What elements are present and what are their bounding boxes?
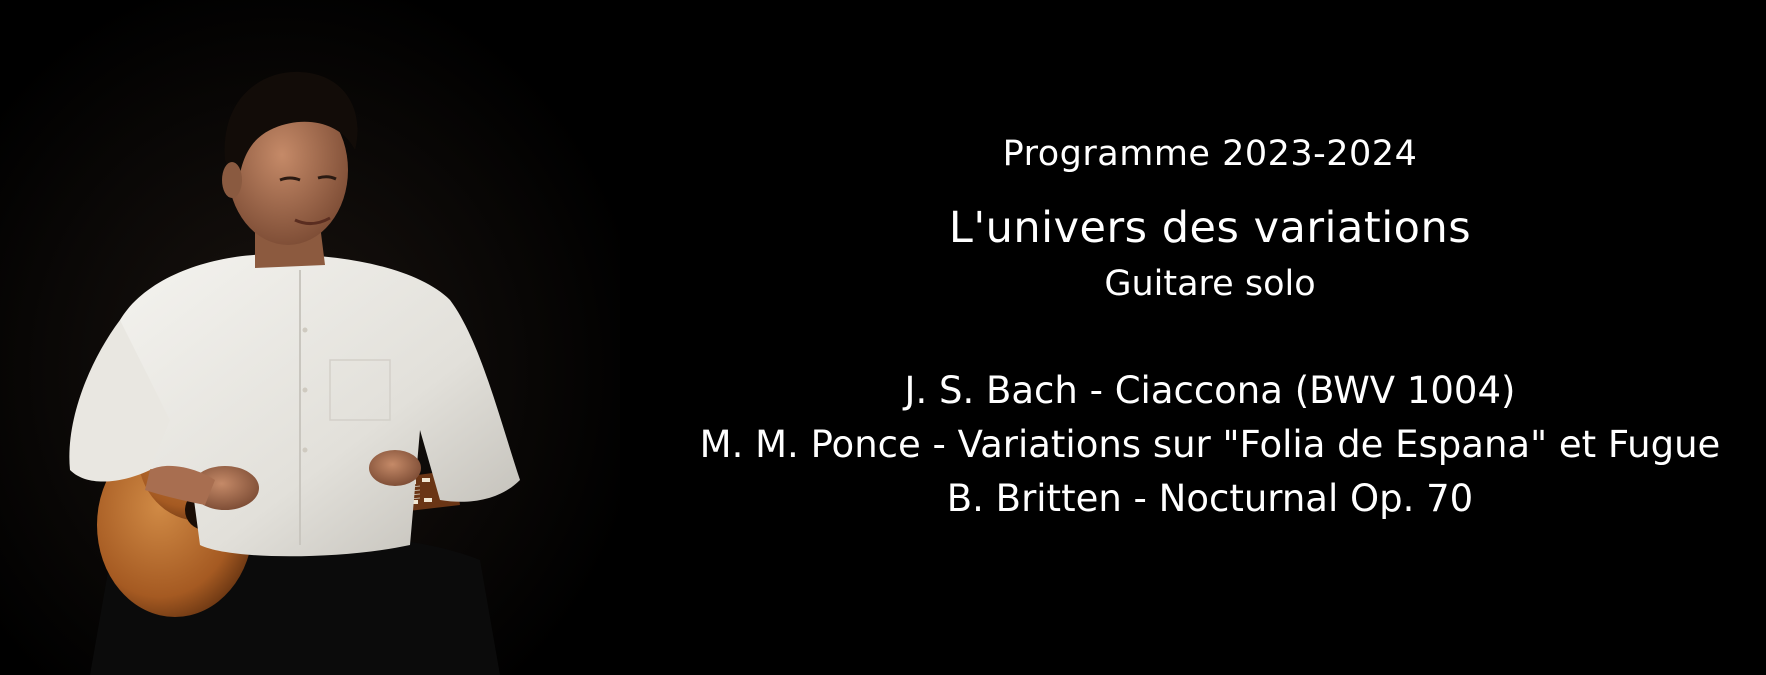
work-item: J. S. Bach - Ciaccona (BWV 1004) xyxy=(904,369,1516,412)
programme-text: Programme 2023-2024 L'univers des variat… xyxy=(660,120,1760,526)
work-item: M. M. Ponce - Variations sur "Folia de E… xyxy=(699,423,1721,466)
works-list: J. S. Bach - Ciaccona (BWV 1004) M. M. P… xyxy=(660,364,1760,526)
guitarist-photo xyxy=(0,0,620,675)
season-heading: Programme 2023-2024 xyxy=(1002,134,1418,174)
programme-banner: Programme 2023-2024 L'univers des variat… xyxy=(0,0,1766,675)
programme-subtitle: Guitare solo xyxy=(1104,264,1316,304)
work-item: B. Britten - Nocturnal Op. 70 xyxy=(946,477,1474,520)
programme-title: L'univers des variations xyxy=(948,203,1472,253)
